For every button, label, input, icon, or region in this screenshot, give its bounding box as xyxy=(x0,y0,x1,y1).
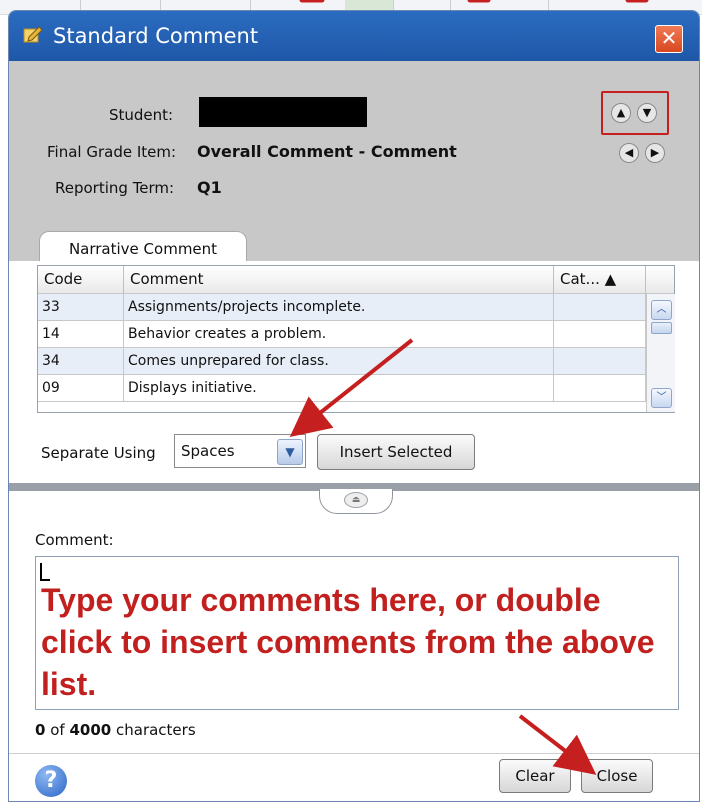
table-row[interactable]: 09 Displays initiative. xyxy=(38,375,646,402)
comment-table: Code Comment Cat... ▲ 33 Assignments/pro… xyxy=(37,265,675,413)
separator-select[interactable]: Spaces ▼ xyxy=(174,434,306,468)
column-header-comment[interactable]: Comment xyxy=(124,266,554,293)
row-code: 14 xyxy=(38,321,124,347)
triangle-right-icon[interactable]: ▶ xyxy=(645,143,665,163)
triangle-left-icon[interactable]: ◀ xyxy=(619,143,639,163)
student-nav-highlight: ▲ ▼ xyxy=(601,91,669,135)
student-label: Student: xyxy=(109,106,174,124)
chevron-down-icon[interactable]: ▼ xyxy=(277,439,303,465)
triangle-up-icon[interactable]: ▲ xyxy=(611,103,631,123)
student-name-redacted xyxy=(199,97,367,127)
character-count: 0 of 4000 characters xyxy=(35,721,196,739)
row-comment: Assignments/projects incomplete. xyxy=(124,294,554,320)
char-count-suffix: characters xyxy=(116,721,196,739)
char-count-value: 0 xyxy=(35,721,46,739)
footer-divider xyxy=(9,753,699,754)
row-comment: Comes unprepared for class. xyxy=(124,348,554,374)
dialog-titlebar: Standard Comment ✕ xyxy=(9,11,699,61)
final-grade-label: Final Grade Item: xyxy=(47,143,177,161)
table-header-row: Code Comment Cat... ▲ xyxy=(38,266,674,294)
scroll-down-icon[interactable]: ﹀ xyxy=(651,388,672,408)
char-count-max: 4000 xyxy=(69,721,112,739)
comment-label: Comment: xyxy=(35,531,114,549)
column-header-spacer xyxy=(646,266,674,293)
insert-selected-button[interactable]: Insert Selected xyxy=(317,434,475,470)
reporting-term-value: Q1 xyxy=(197,178,222,197)
table-row[interactable]: 34 Comes unprepared for class. xyxy=(38,348,646,375)
table-row[interactable]: 14 Behavior creates a problem. xyxy=(38,321,646,348)
standard-comment-dialog: Standard Comment ✕ Student: Final Grade … xyxy=(8,10,700,802)
dialog-header: Student: Final Grade Item: Overall Comme… xyxy=(9,61,699,266)
row-code: 34 xyxy=(38,348,124,374)
row-comment: Displays initiative. xyxy=(124,375,554,401)
separate-using-label: Separate Using xyxy=(41,444,156,462)
close-button[interactable]: Close xyxy=(581,759,653,793)
row-category xyxy=(554,321,646,347)
close-x-icon[interactable]: ✕ xyxy=(655,25,683,53)
separator-selected-value: Spaces xyxy=(181,442,235,460)
dialog-content: Code Comment Cat... ▲ 33 Assignments/pro… xyxy=(9,261,699,801)
triangle-down-icon[interactable]: ▼ xyxy=(637,103,657,123)
table-scrollbar[interactable]: ︿ ﹀ xyxy=(646,294,675,412)
row-category xyxy=(554,294,646,320)
scroll-up-icon[interactable]: ︿ xyxy=(651,300,672,320)
pencil-note-icon xyxy=(23,26,43,43)
splitter-knob-icon[interactable]: ⏏ xyxy=(344,492,368,508)
comment-placeholder-annotation: Type your comments here, or double click… xyxy=(41,582,655,702)
row-category xyxy=(554,375,646,401)
scroll-thumb[interactable] xyxy=(651,322,672,334)
final-grade-value: Overall Comment - Comment xyxy=(197,142,457,161)
column-header-code[interactable]: Code xyxy=(38,266,124,293)
splitter-handle[interactable]: ⏏ xyxy=(319,489,393,514)
row-comment: Behavior creates a problem. xyxy=(124,321,554,347)
row-category xyxy=(554,348,646,374)
char-count-of: of xyxy=(50,721,65,739)
comment-textarea[interactable]: Type your comments here, or double click… xyxy=(35,556,679,710)
reporting-term-label: Reporting Term: xyxy=(55,179,175,197)
column-header-category[interactable]: Cat... ▲ xyxy=(554,266,646,293)
clear-button[interactable]: Clear xyxy=(499,759,571,793)
help-question-icon[interactable]: ? xyxy=(35,765,67,797)
row-code: 09 xyxy=(38,375,124,401)
row-code: 33 xyxy=(38,294,124,320)
table-row[interactable]: 33 Assignments/projects incomplete. xyxy=(38,294,646,321)
dialog-title: Standard Comment xyxy=(53,24,259,48)
